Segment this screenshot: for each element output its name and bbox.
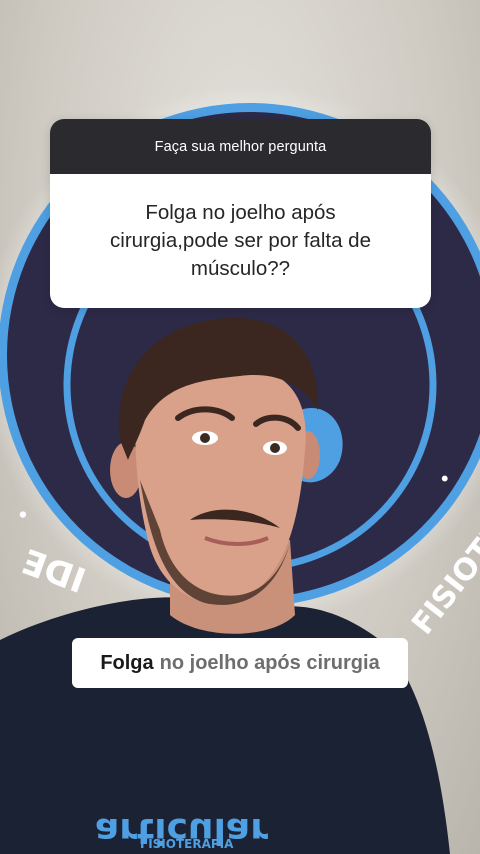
caption-highlight: Folga xyxy=(100,651,154,674)
question-sticker-header: Faça sua melhor pergunta xyxy=(50,119,431,174)
shirt-logo-subtext: FISIOTERAPIA xyxy=(140,837,234,851)
question-text: Folga no joelho após cirurgia,pode ser p… xyxy=(110,201,371,280)
caption-box: Folga no joelho após cirurgia xyxy=(72,638,408,688)
caption-rest: no joelho após cirurgia xyxy=(159,651,380,674)
question-sticker[interactable]: Faça sua melhor pergunta Folga no joelho… xyxy=(50,119,431,308)
